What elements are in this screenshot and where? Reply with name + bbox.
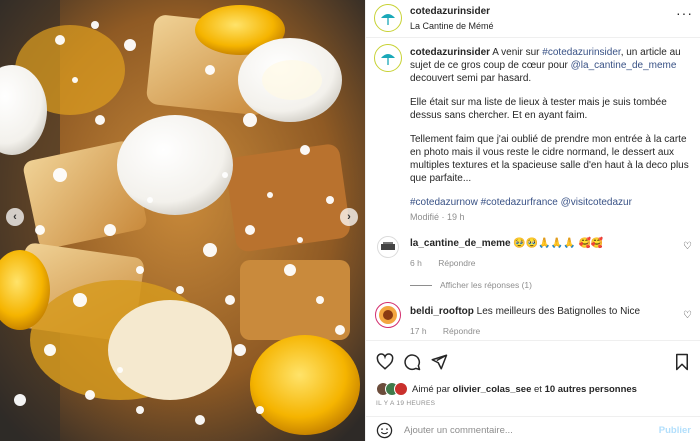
liker-avatar[interactable] [394, 382, 408, 396]
bookmark-icon[interactable] [673, 353, 691, 371]
likes-summary: Aimé par olivier_colas_see et 10 autres … [376, 382, 637, 396]
dessert-photo [0, 0, 365, 441]
show-replies-button[interactable]: Afficher les réponses (1) [410, 280, 532, 290]
comment-input[interactable]: Ajouter un commentaire... [404, 425, 513, 436]
post-location[interactable]: La Cantine de Mémé [410, 21, 494, 31]
likes-text: Aimé par olivier_colas_see et 10 autres … [412, 384, 637, 395]
comment-meta: 6 h Répondre [410, 258, 680, 268]
likes-others-link[interactable]: 10 autres personnes [545, 384, 637, 395]
share-icon[interactable] [430, 353, 448, 371]
post-header: cotedazurinsider La Cantine de Mémé ··· [366, 0, 700, 38]
show-replies-label: Afficher les réponses (1) [440, 280, 532, 290]
like-comment-heart-icon[interactable]: ♡ [683, 241, 692, 252]
commenter-avatar[interactable] [377, 236, 399, 258]
cantine-logo-icon [381, 242, 395, 250]
next-image-button[interactable]: › [340, 208, 358, 226]
comment-meta: 17 h Répondre [410, 326, 680, 336]
likes-middle: et [531, 383, 545, 395]
caption-text: decouvert semi par hasard. [410, 73, 532, 84]
reply-button[interactable]: Répondre [443, 326, 480, 336]
reply-button[interactable]: Répondre [438, 258, 475, 268]
caption-modified: Modifié · 19 h [410, 212, 465, 222]
post-details-panel: cotedazurinsider La Cantine de Mémé ··· … [365, 0, 700, 441]
caption-paragraph-3: Tellement faim que j'ai oublié de prendr… [410, 134, 689, 184]
caption-hashtags[interactable]: #cotedazurnow #cotedazurfrance @visitcot… [410, 196, 690, 209]
caption-paragraph-2: Elle était sur ma liste de lieux à teste… [410, 97, 667, 121]
comment-text: 🥹🥹🙏🙏🙏 🥰🥰 [513, 238, 604, 249]
likes-prefix: Aimé par [412, 383, 453, 395]
author-avatar[interactable] [374, 4, 402, 32]
caption-paragraph-1: cotedazurinsider A venir sur #cotedazuri… [410, 46, 690, 85]
comment-item: la_cantine_de_meme 🥹🥹🙏🙏🙏 🥰🥰 6 h Répondre [410, 238, 680, 268]
post-caption: cotedazurinsider A venir sur #cotedazuri… [410, 46, 690, 224]
more-options-icon[interactable]: ··· [676, 5, 693, 21]
commenter-avatar[interactable] [375, 302, 401, 328]
liker-username[interactable]: olivier_colas_see [453, 384, 532, 395]
caption-text: A venir sur [492, 47, 543, 58]
action-bar: Aimé par olivier_colas_see et 10 autres … [366, 340, 700, 440]
mention-link[interactable]: @la_cantine_de_meme [571, 60, 677, 71]
rooftop-logo-icon [379, 306, 397, 324]
umbrella-logo-icon [381, 54, 395, 65]
comment-username[interactable]: beldi_rooftop [410, 306, 474, 317]
add-comment-bar: Ajouter un commentaire... Publier [366, 416, 700, 441]
emoji-icon[interactable] [376, 422, 393, 439]
replies-divider [410, 284, 432, 286]
caption-avatar[interactable] [374, 44, 402, 72]
post-timestamp: IL Y A 19 HEURES [376, 400, 436, 407]
publish-button[interactable]: Publier [659, 425, 691, 436]
comment-time: 17 h [410, 326, 427, 336]
post-image[interactable]: ‹ › [0, 0, 365, 441]
comment-icon[interactable] [403, 353, 421, 371]
author-username[interactable]: cotedazurinsider [410, 6, 490, 17]
umbrella-logo-icon [381, 14, 395, 25]
previous-image-button[interactable]: ‹ [6, 208, 24, 226]
caption-username[interactable]: cotedazurinsider [410, 47, 490, 58]
hashtag-link[interactable]: #cotedazurinsider [542, 47, 620, 58]
comment-item: beldi_rooftop Les meilleurs des Batignol… [410, 306, 680, 336]
heart-icon[interactable] [376, 353, 394, 371]
comment-text: Les meilleurs des Batignolles to Nice [476, 306, 641, 317]
like-comment-heart-icon[interactable]: ♡ [683, 310, 692, 321]
comment-time: 6 h [410, 258, 422, 268]
comment-username[interactable]: la_cantine_de_meme [410, 238, 511, 249]
instagram-post: ‹ › cotedazurinsider La Cantine de Mémé … [0, 0, 700, 441]
